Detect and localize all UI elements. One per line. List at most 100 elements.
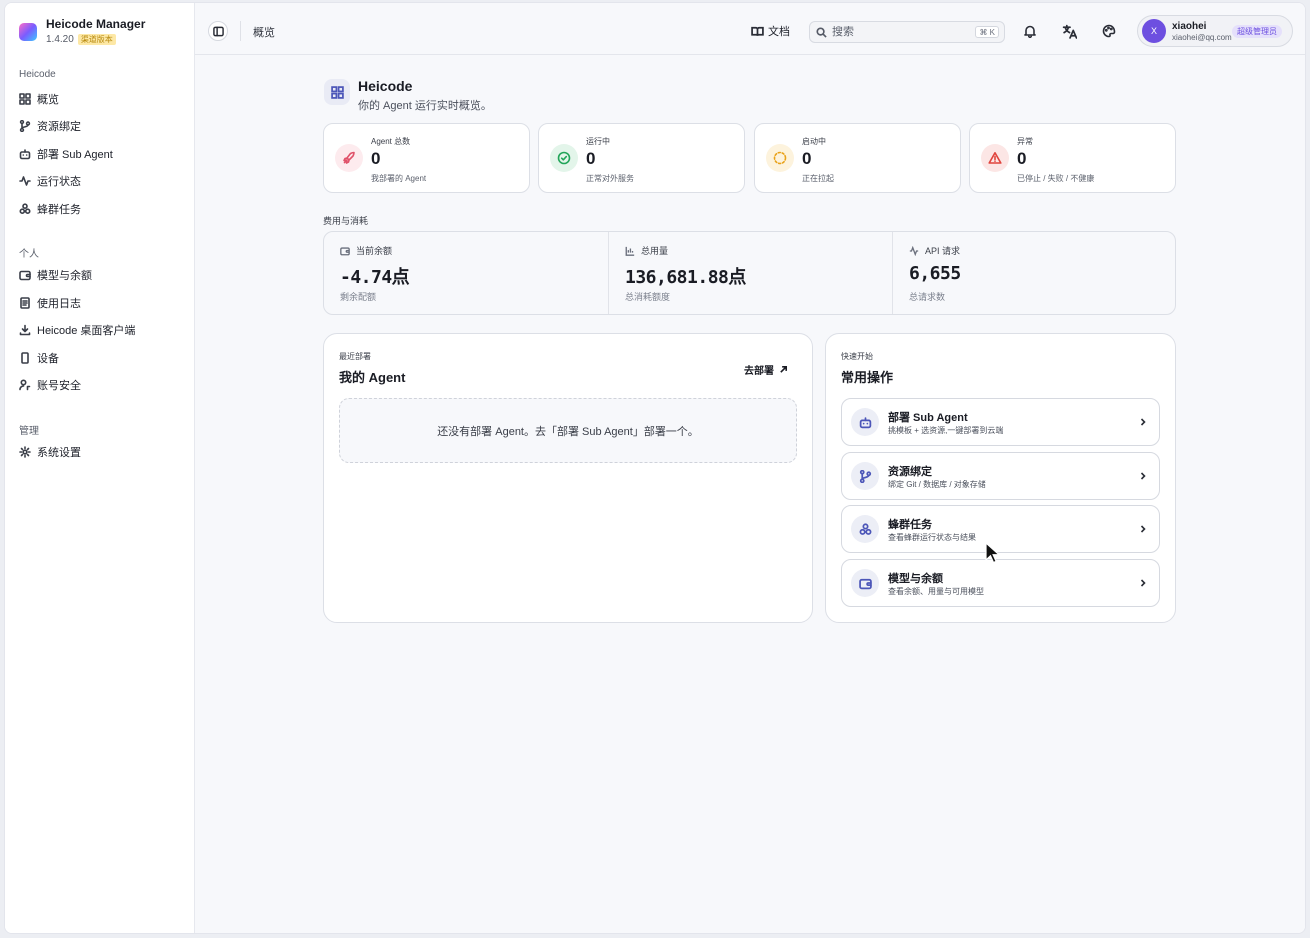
palette-icon [1102,24,1116,38]
stat-label: 运行中 [586,137,610,146]
search-shortcut: ⌘ K [975,26,999,38]
recent-agents-panel: 最近部署 我的 Agent 去部署 还没有部署 Agent。去「部署 Sub A… [323,333,813,623]
sidebar-item-status[interactable]: 运行状态 [19,171,81,191]
quick-action-resources[interactable]: 资源绑定 绑定 Git / 数据库 / 对象存储 [841,452,1160,500]
language-button[interactable] [1060,22,1078,40]
sidebar-item-label: 系统设置 [37,447,81,459]
docs-link[interactable]: 文档 [751,23,790,39]
bot-icon [859,416,871,428]
qa-icon-wrap [851,408,879,436]
chevron-right-icon [1140,525,1146,533]
qa-icon-wrap [851,515,879,543]
loader-icon [773,151,787,165]
app-window: Heicode Manager 1.4.20 渠道版本 Heicode 概览 资… [4,2,1306,934]
cost-subtext: 剩余配额 [340,292,377,302]
sidebar-item-label: 概览 [37,94,59,106]
go-deploy-link[interactable]: 去部署 [744,362,788,377]
stat-icon-wrap [981,144,1009,172]
sidebar-item-label: 模型与余额 [37,270,92,282]
breadcrumb: 概览 [253,27,275,39]
git-branch-icon [19,120,31,132]
cost-value: -4.74点 [340,267,410,288]
sidebar-item-models[interactable]: 模型与余额 [19,265,92,285]
quick-action-deploy[interactable]: 部署 Sub Agent 挑模板 + 选资源,一键部署到云端 [841,398,1160,446]
wallet-icon [340,246,350,255]
cost-label: 当前余额 [356,246,393,256]
stat-card-total: Agent 总数 0 我部署的 Agent [323,123,530,193]
book-open-icon [751,26,764,36]
sidebar-item-swarm[interactable]: 蜂群任务 [19,199,81,219]
stat-value: 0 [1017,149,1027,168]
docs-label: 文档 [768,26,790,38]
stat-value: 0 [802,149,812,168]
alert-triangle-icon [988,152,1002,164]
sidebar-item-label: 设备 [37,353,59,365]
wallet-icon [858,578,872,589]
sidebar-item-settings[interactable]: 系统设置 [19,442,81,462]
search-box[interactable]: ⌘ K [809,21,1005,43]
sidebar-item-label: 部署 Sub Agent [37,149,113,161]
sidebar-item-devices[interactable]: 设备 [19,348,59,368]
sidebar-item-security[interactable]: 账号安全 [19,375,81,395]
sidebar-item-deploy[interactable]: 部署 Sub Agent [19,144,113,164]
chevron-right-icon [1140,418,1146,426]
cost-label: 总用量 [641,246,669,256]
qa-icon-wrap [851,462,879,490]
cost-api: API 请求 6,655 总请求数 [892,232,1176,314]
check-circle-icon [557,151,571,165]
user-key-icon [19,379,31,391]
rocket-icon [343,151,355,164]
empty-state: 还没有部署 Agent。去「部署 Sub Agent」部署一个。 [339,398,797,463]
brand[interactable]: Heicode Manager 1.4.20 渠道版本 [19,17,145,45]
quick-action-title: 蜂群任务 [888,519,932,531]
activity-icon [909,245,919,256]
cost-label-row: 当前余额 [340,244,392,257]
nav-section-heicode: Heicode [19,69,56,80]
stat-label: 异常 [1017,137,1033,146]
logs-icon [20,297,30,309]
sidebar-item-label: 账号安全 [37,380,81,392]
user-menu[interactable]: X xiaohei xiaohei@qq.com 超级管理员 [1137,15,1293,47]
topbar: 概览 文档 ⌘ K X xiaohei [195,3,1305,55]
chevron-right-icon [1140,579,1146,587]
app-logo-icon [19,23,37,41]
stat-subtext: 我部署的 Agent [371,174,427,183]
sidebar-item-label: 运行状态 [37,176,81,188]
mouse-cursor-icon [985,542,1001,564]
stat-value: 0 [371,149,381,168]
go-deploy-label: 去部署 [744,366,774,377]
sidebar-item-resources[interactable]: 资源绑定 [19,116,81,136]
nav-section-personal: 个人 [19,249,39,260]
cost-label: API 请求 [925,246,961,256]
gear-icon [19,446,31,458]
quick-action-models[interactable]: 模型与余额 查看余额、用量与可用模型 [841,559,1160,607]
search-input[interactable] [832,26,962,38]
costs-card: 当前余额 -4.74点 剩余配额 总用量 136,681.88点 总消耗额度 A… [323,231,1176,315]
sidebar-item-desktop[interactable]: Heicode 桌面客户端 [19,320,135,340]
quick-action-subtitle: 绑定 Git / 数据库 / 对象存储 [888,480,986,489]
stat-subtext: 正在拉起 [802,174,834,183]
theme-button[interactable] [1100,22,1118,40]
cost-subtext: 总消耗额度 [625,292,671,302]
sidebar-toggle-button[interactable] [208,21,228,41]
sidebar-item-overview[interactable]: 概览 [19,89,59,109]
stat-icon-wrap [550,144,578,172]
download-icon [19,324,31,336]
cost-subtext: 总请求数 [909,292,946,302]
sidebar-item-label: 资源绑定 [37,121,81,133]
quick-action-subtitle: 查看蜂群运行状态与结果 [888,533,976,542]
notifications-button[interactable] [1021,22,1039,40]
sidebar-item-logs[interactable]: 使用日志 [19,293,81,313]
boxes-icon [19,203,31,214]
stat-label: 启动中 [802,137,826,146]
user-email: xiaohei@qq.com [1172,32,1232,42]
quick-actions-panel: 快速开始 常用操作 部署 Sub Agent 挑模板 + 选资源,一键部署到云端… [825,333,1176,623]
user-name: xiaohei [1172,20,1207,32]
nav-section-admin: 管理 [19,426,39,437]
sidebar-item-label: Heicode 桌面客户端 [37,325,136,337]
cost-value: 136,681.88点 [625,267,746,288]
quick-action-subtitle: 挑模板 + 选资源,一键部署到云端 [888,426,1004,435]
panel-title: 常用操作 [841,370,894,385]
cost-value: 6,655 [909,263,961,284]
stat-subtext: 已停止 / 失败 / 不健康 [1017,174,1095,183]
